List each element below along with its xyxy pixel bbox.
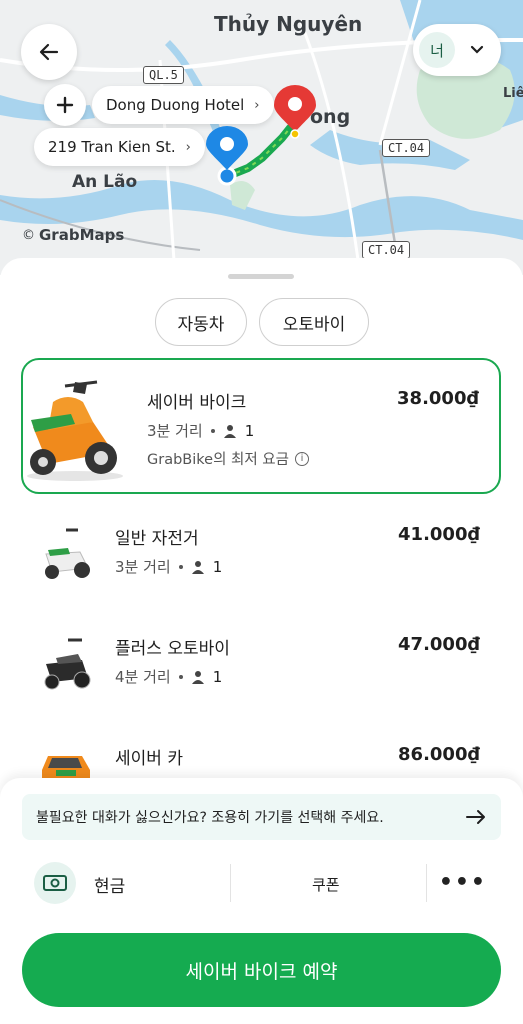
booking-panel: 불필요한 대화가 싫으신가요? 조용히 가기를 선택해 주세요. 현금 쿠폰 •…: [0, 778, 523, 1024]
map-label-edge: Liê: [503, 86, 523, 101]
ride-name: 세이버 카: [115, 749, 183, 769]
route-map[interactable]: Thủy Nguyên An Lão ong Liê QL.5 CT.04 CT…: [0, 0, 523, 275]
ride-meta: 4분 거리 1: [115, 667, 223, 687]
road-sign-ql5: QL.5: [143, 66, 184, 84]
ride-name: 일반 자전거: [115, 529, 199, 549]
ride-meta: 3분 거리 1: [115, 557, 223, 577]
arrow-left-icon: [39, 43, 59, 61]
back-button[interactable]: [21, 24, 77, 80]
payment-method[interactable]: 현금: [94, 872, 125, 897]
ride-price: 47.000₫: [398, 634, 480, 655]
person-icon: [191, 560, 204, 574]
chevron-down-icon: [470, 45, 484, 54]
map-attribution: © GrabMaps: [22, 226, 125, 244]
ride-price: 86.000₫: [398, 744, 480, 765]
ride-option-standard-bike[interactable]: 일반 자전거 3분 거리 1 41.000₫: [0, 510, 523, 598]
book-button[interactable]: 세이버 바이크 예약: [22, 933, 501, 1007]
cash-icon: [34, 862, 76, 904]
ride-price: 38.000₫: [397, 388, 479, 409]
destination-label: Dong Duong Hotel: [106, 96, 245, 114]
tab-car[interactable]: 자동차: [155, 298, 247, 346]
language-selector[interactable]: 너: [413, 24, 501, 76]
ride-meta: 3분 거리 1: [147, 421, 255, 441]
origin-pill[interactable]: 219 Tran Kien St. ›: [34, 128, 205, 166]
ride-option-plus-bike[interactable]: 플러스 오토바이 4분 거리 1 47.000₫: [0, 620, 523, 708]
more-options-icon[interactable]: •••: [439, 870, 487, 895]
scooter-white-icon: [45, 528, 90, 579]
ride-price: 41.000₫: [398, 524, 480, 545]
ride-note: GrabBike의 최저 요금 i: [147, 448, 309, 469]
destination-pin-icon: [274, 85, 316, 139]
scooter-orange-icon: [27, 380, 123, 481]
destination-pill[interactable]: Dong Duong Hotel ›: [92, 86, 274, 124]
scooter-black-icon: [44, 638, 91, 690]
road-sign-ct04: CT.04: [362, 241, 411, 259]
banner-text: 불필요한 대화가 싫으신가요? 조용히 가기를 선택해 주세요.: [36, 810, 384, 826]
plus-icon: [56, 96, 74, 114]
divider: [230, 864, 231, 902]
road-sign-ct04: CT.04: [382, 139, 431, 157]
payment-row: 현금 쿠폰 •••: [0, 858, 523, 910]
person-icon: [191, 670, 204, 684]
arrow-right-icon: [466, 810, 485, 824]
quiet-ride-banner[interactable]: 불필요한 대화가 싫으신가요? 조용히 가기를 선택해 주세요.: [22, 794, 501, 840]
ride-name: 플러스 오토바이: [115, 639, 230, 659]
language-badge: 너: [419, 32, 455, 68]
person-icon: [223, 424, 236, 438]
ride-name: 세이버 바이크: [147, 393, 247, 413]
map-label-city: Thủy Nguyên: [214, 12, 363, 36]
tab-motorbike[interactable]: 오토바이: [259, 298, 369, 346]
chevron-right-icon: ›: [185, 139, 191, 155]
origin-pin-icon: [206, 126, 248, 186]
ride-option-saver-bike[interactable]: 세이버 바이크 3분 거리 1 GrabBike의 최저 요금 i 38.000₫: [21, 358, 501, 494]
chevron-right-icon: ›: [254, 97, 260, 113]
map-label-district: An Lão: [72, 172, 138, 192]
info-icon: i: [294, 451, 309, 466]
origin-label: 219 Tran Kien St.: [48, 138, 176, 156]
sheet-drag-handle[interactable]: [228, 274, 294, 279]
add-stop-button[interactable]: [44, 84, 86, 126]
coupon-button[interactable]: 쿠폰: [312, 874, 340, 895]
divider: [426, 864, 427, 902]
